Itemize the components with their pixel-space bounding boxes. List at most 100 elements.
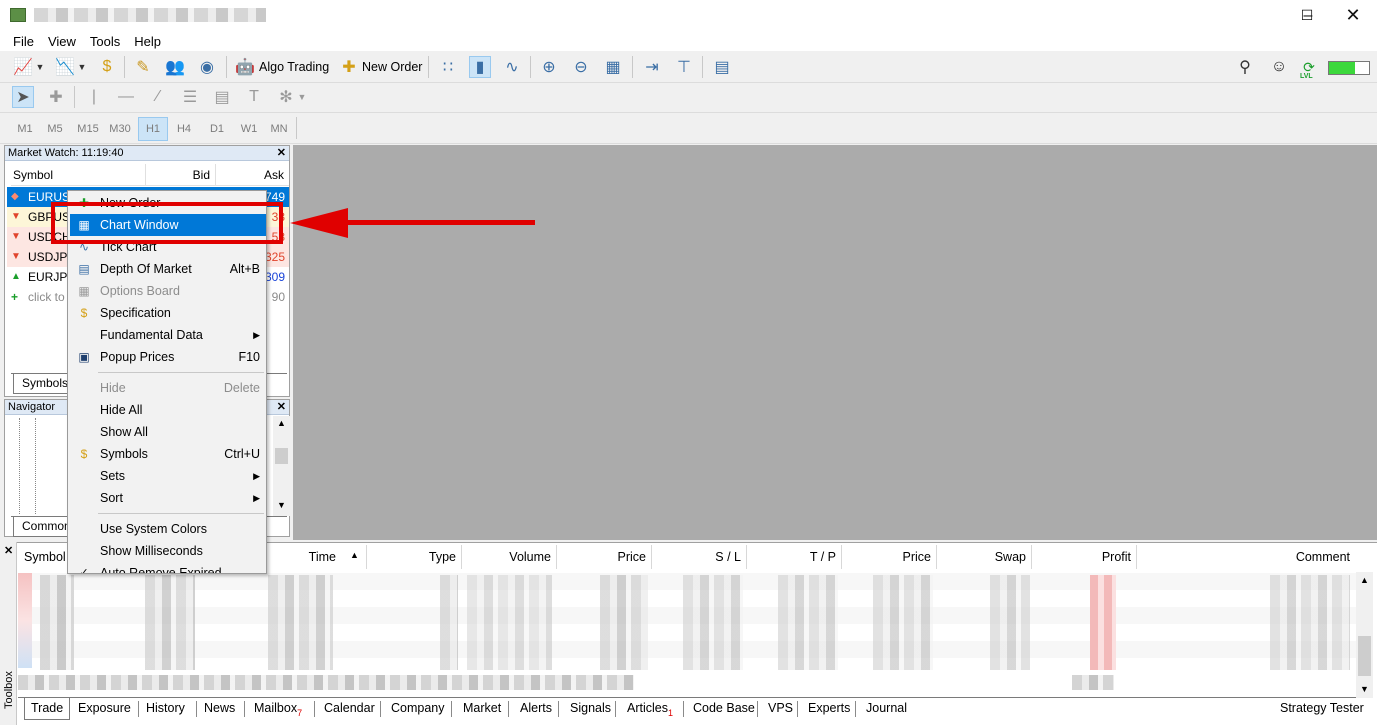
toolbox-scrollbar[interactable]: ▲ ▼ bbox=[1356, 572, 1373, 698]
menu-file[interactable]: File bbox=[6, 34, 41, 49]
profiles-icon[interactable]: 📉 bbox=[54, 56, 76, 78]
tab-trade[interactable]: Trade bbox=[24, 698, 71, 720]
templates-icon[interactable]: ▤ bbox=[711, 56, 733, 78]
bar-chart-icon[interactable]: ∷ bbox=[437, 56, 459, 78]
trend-line-icon[interactable]: ∕ bbox=[147, 86, 169, 108]
tab-news[interactable]: News bbox=[198, 698, 241, 720]
tab-experts[interactable]: Experts bbox=[802, 698, 856, 720]
menu-hide-all[interactable]: Hide All bbox=[70, 399, 266, 421]
users-icon[interactable]: 👥 bbox=[164, 56, 186, 78]
chevron-down-icon[interactable]: ▼ bbox=[296, 86, 308, 108]
menu-depth-of-market[interactable]: ▤ Depth Of Market Alt+B bbox=[70, 258, 266, 280]
tab-code-base[interactable]: Code Base bbox=[687, 698, 761, 720]
navigator-scrollbar[interactable]: ▲ ▼ bbox=[273, 416, 290, 516]
market-watch-icon[interactable]: $ bbox=[96, 56, 118, 78]
new-order-button[interactable]: New Order bbox=[362, 60, 422, 74]
tab-signals[interactable]: Signals bbox=[564, 698, 617, 720]
tab-articles[interactable]: Articles1 bbox=[621, 698, 679, 720]
column-ask[interactable]: Ask bbox=[216, 164, 289, 186]
mailbox-badge: 7 bbox=[297, 708, 303, 718]
column-take-profit[interactable]: T / P bbox=[747, 545, 842, 569]
text-icon[interactable]: T bbox=[243, 86, 265, 108]
close-icon[interactable]: ✕ bbox=[277, 146, 286, 161]
column-symbol[interactable]: Symbol bbox=[18, 545, 68, 569]
tab-mailbox[interactable]: Mailbox7 bbox=[248, 698, 308, 720]
timeframe-d1[interactable]: D1 bbox=[202, 117, 232, 141]
menu-popup-prices[interactable]: ▣ Popup Prices F10 bbox=[70, 346, 266, 368]
algo-trading-button[interactable]: Algo Trading bbox=[259, 60, 329, 74]
menu-sets[interactable]: Sets ▶ bbox=[70, 465, 266, 487]
tab-company[interactable]: Company bbox=[385, 698, 451, 720]
menu-show-all[interactable]: Show All bbox=[70, 421, 266, 443]
close-icon[interactable]: ✕ bbox=[4, 544, 13, 557]
strategy-tester-button[interactable]: Strategy Tester bbox=[1274, 698, 1370, 720]
signal-icon[interactable]: ◉ bbox=[196, 56, 218, 78]
shapes-icon[interactable]: ✻ bbox=[275, 86, 297, 108]
menu-options-board[interactable]: ▦ Options Board bbox=[70, 280, 266, 302]
timeframe-m5[interactable]: M5 bbox=[40, 117, 70, 141]
cursor-icon[interactable]: ➤ bbox=[12, 86, 34, 108]
menu-symbols[interactable]: $ Symbols Ctrl+U bbox=[70, 443, 266, 465]
menu-view[interactable]: View bbox=[41, 34, 83, 49]
timeframe-m1[interactable]: M1 bbox=[10, 117, 40, 141]
column-symbol[interactable]: Symbol bbox=[11, 164, 146, 186]
maximize-button[interactable]: ☐ bbox=[1284, 0, 1330, 31]
vertical-line-icon[interactable]: | bbox=[83, 86, 105, 108]
search-icon[interactable]: ⚲ bbox=[1234, 56, 1256, 78]
tab-history[interactable]: History bbox=[140, 698, 191, 720]
column-price[interactable]: Price bbox=[557, 545, 652, 569]
new-chart-icon[interactable]: 📈 bbox=[12, 56, 34, 78]
chart-workspace[interactable] bbox=[293, 145, 1377, 540]
zoom-in-icon[interactable]: ⊕ bbox=[538, 56, 560, 78]
auto-scroll-icon[interactable]: ⇥ bbox=[641, 56, 663, 78]
tab-journal[interactable]: Journal bbox=[860, 698, 913, 720]
fibo-fan-icon[interactable]: ▤ bbox=[211, 86, 233, 108]
column-profit[interactable]: Profit bbox=[1032, 545, 1137, 569]
symbols-icon: $ bbox=[80, 447, 88, 461]
tab-exposure[interactable]: Exposure bbox=[72, 698, 137, 720]
new-order-icon[interactable]: ✚ bbox=[338, 56, 360, 78]
menu-use-system-colors[interactable]: Use System Colors bbox=[70, 518, 266, 540]
minimize-button-2[interactable] bbox=[1238, 0, 1284, 31]
menu-specification[interactable]: $ Specification bbox=[70, 302, 266, 324]
menu-fundamental-data[interactable]: Fundamental Data ▶ bbox=[70, 324, 266, 346]
zoom-out-icon[interactable]: ⊖ bbox=[570, 56, 592, 78]
timeframe-m15[interactable]: M15 bbox=[73, 117, 103, 141]
column-comment[interactable]: Comment bbox=[1137, 545, 1356, 569]
menu-hide[interactable]: Hide Delete bbox=[70, 377, 266, 399]
horizontal-line-icon[interactable]: — bbox=[115, 86, 137, 108]
fibonacci-icon[interactable]: ☰ bbox=[179, 86, 201, 108]
chevron-down-icon[interactable]: ▼ bbox=[34, 56, 46, 78]
menu-show-milliseconds[interactable]: Show Milliseconds bbox=[70, 540, 266, 562]
timeframe-h4[interactable]: H4 bbox=[169, 117, 199, 141]
navigator-icon[interactable]: ✎ bbox=[132, 56, 154, 78]
tile-windows-icon[interactable]: ▦ bbox=[602, 56, 624, 78]
tab-vps[interactable]: VPS bbox=[762, 698, 799, 720]
column-volume[interactable]: Volume bbox=[462, 545, 557, 569]
menu-tools[interactable]: Tools bbox=[83, 34, 127, 49]
menu-auto-remove-expired[interactable]: ✓ Auto Remove Expired bbox=[70, 562, 266, 573]
close-icon[interactable]: ✕ bbox=[277, 400, 286, 415]
column-bid[interactable]: Bid bbox=[146, 164, 216, 186]
chart-shift-icon[interactable]: ⊤ bbox=[673, 56, 695, 78]
tab-calendar[interactable]: Calendar bbox=[318, 698, 381, 720]
line-chart-icon[interactable]: ∿ bbox=[501, 56, 523, 78]
timeframe-m30[interactable]: M30 bbox=[105, 117, 135, 141]
chevron-down-icon[interactable]: ▼ bbox=[76, 56, 88, 78]
menu-sort[interactable]: Sort ▶ bbox=[70, 487, 266, 509]
column-swap[interactable]: Swap bbox=[937, 545, 1032, 569]
algo-trading-icon[interactable]: 🤖 bbox=[234, 56, 256, 78]
tab-market[interactable]: Market bbox=[457, 698, 507, 720]
candlestick-icon[interactable]: ▮ bbox=[469, 56, 491, 78]
timeframe-h1[interactable]: H1 bbox=[138, 117, 168, 141]
column-stop-loss[interactable]: S / L bbox=[652, 545, 747, 569]
menu-help[interactable]: Help bbox=[127, 34, 168, 49]
timeframe-mn[interactable]: MN bbox=[264, 117, 294, 141]
account-icon[interactable]: ☺ bbox=[1268, 56, 1290, 78]
tab-alerts[interactable]: Alerts bbox=[514, 698, 558, 720]
close-window-button[interactable]: ✕ bbox=[1330, 0, 1376, 31]
column-type[interactable]: Type bbox=[367, 545, 462, 569]
crosshair-icon[interactable]: ✚ bbox=[45, 86, 67, 108]
column-current-price[interactable]: Price bbox=[842, 545, 937, 569]
timeframe-w1[interactable]: W1 bbox=[234, 117, 264, 141]
